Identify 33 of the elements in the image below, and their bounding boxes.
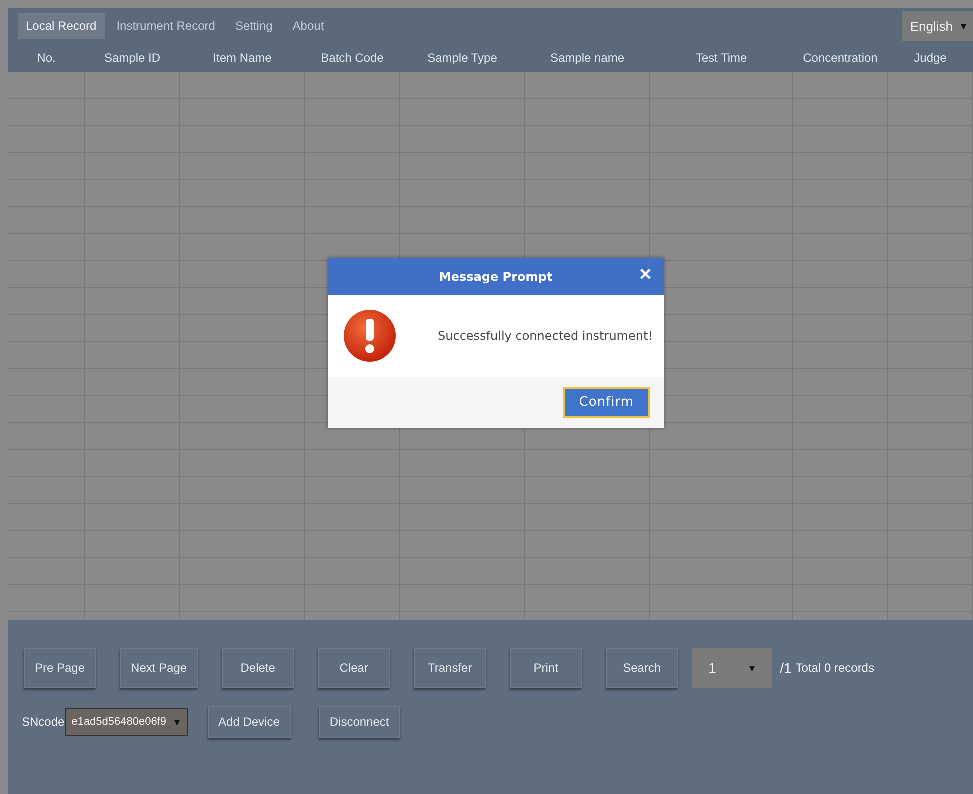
- page-select[interactable]: 1 ▾: [692, 648, 772, 688]
- column-header: No.: [36, 50, 57, 67]
- tab[interactable]: Setting: [227, 13, 281, 39]
- action-button[interactable]: Clear: [318, 648, 390, 688]
- device-button[interactable]: Add Device: [208, 706, 291, 738]
- dialog-title: Message Prompt: [439, 270, 553, 284]
- action-button[interactable]: Delete: [222, 648, 294, 688]
- sncode-select[interactable]: e1ad5d56480e06f9 ▾: [64, 708, 188, 736]
- device-button[interactable]: Disconnect: [318, 706, 400, 738]
- column-header: Test Time: [694, 50, 748, 67]
- action-button[interactable]: Pre Page: [24, 648, 96, 688]
- page-total: /1: [780, 660, 792, 676]
- column-header: Sample name: [549, 50, 626, 67]
- tab[interactable]: Local Record: [18, 13, 105, 39]
- tab[interactable]: About: [284, 13, 332, 39]
- column-header: Sample Type: [426, 50, 498, 67]
- confirm-button[interactable]: Confirm: [563, 387, 650, 418]
- action-button[interactable]: Print: [510, 648, 582, 688]
- column-header: Judge: [913, 50, 948, 67]
- column-header: Batch Code: [320, 50, 385, 67]
- sncode-label: SNcode: [22, 715, 65, 729]
- dialog-message: Successfully connected instrument!: [438, 329, 653, 343]
- column-header: Item Name: [212, 50, 273, 67]
- column-header: Sample ID: [103, 50, 162, 67]
- exclamation-icon: [342, 308, 398, 364]
- action-button[interactable]: Next Page: [120, 648, 198, 688]
- record-count: Total 0 records: [796, 661, 874, 675]
- action-button[interactable]: Search: [606, 648, 678, 688]
- close-button[interactable]: ✕: [639, 266, 652, 286]
- action-button[interactable]: Transfer: [414, 648, 486, 688]
- column-header: Concentration: [802, 50, 879, 67]
- language-select[interactable]: English ▾: [902, 11, 973, 41]
- tab[interactable]: Instrument Record: [108, 13, 224, 39]
